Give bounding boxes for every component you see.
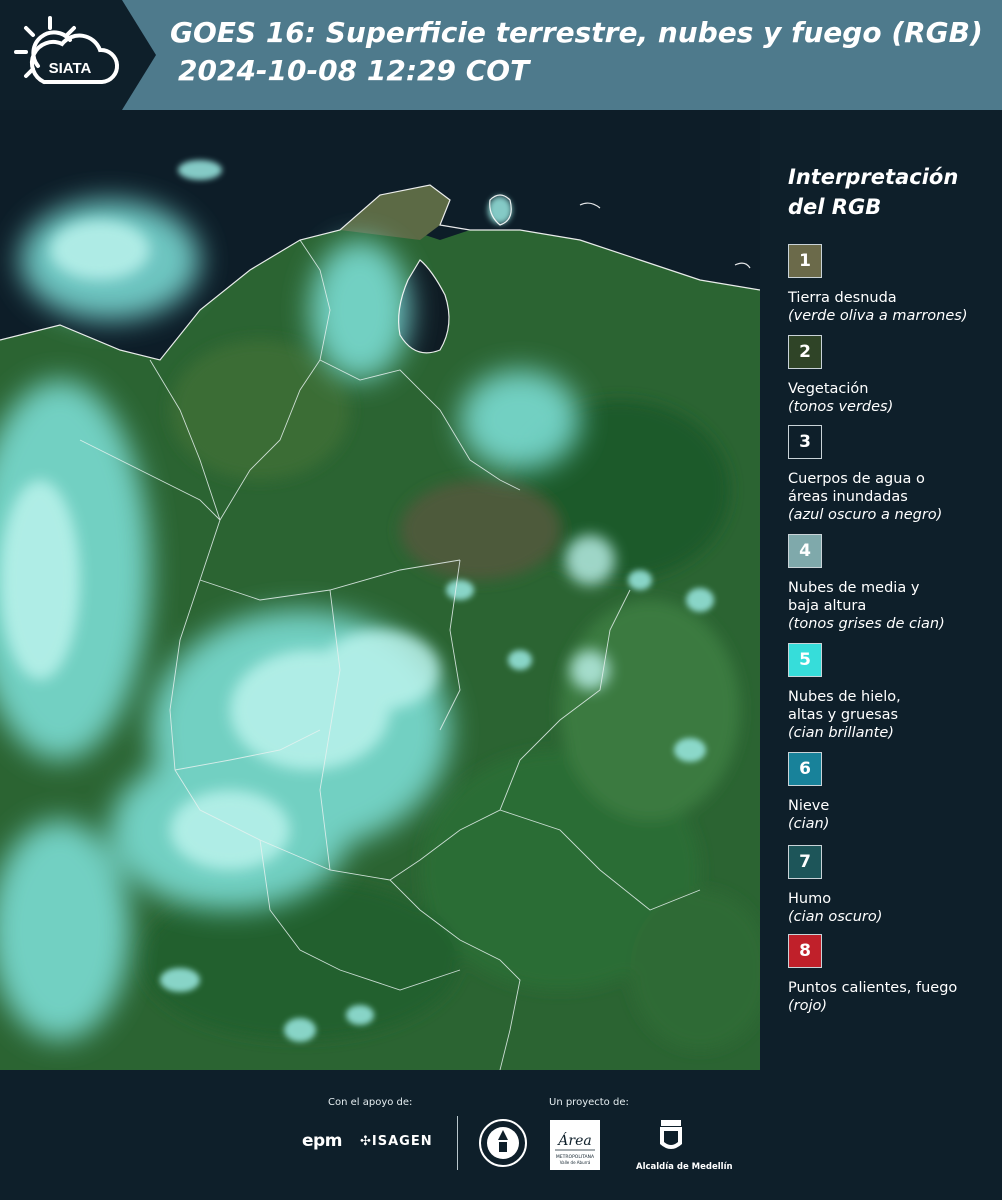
- sun-cloud-icon: SIATA: [14, 16, 119, 84]
- project-label: Un proyecto de:: [549, 1097, 629, 1108]
- alcaldia-logo[interactable]: Alcaldía de Medellín: [636, 1118, 733, 1172]
- alcaldia-label: Alcaldía de Medellín: [636, 1162, 733, 1172]
- satellite-map[interactable]: [0, 110, 760, 1070]
- legend-swatch: 7: [788, 845, 822, 879]
- legend-label: Nubes de media y baja altura: [788, 580, 920, 614]
- svg-text:Valle de Aburrá: Valle de Aburrá: [560, 1160, 591, 1165]
- legend-item-6: 6 Nieve (cian): [788, 752, 998, 833]
- title-line-2: 2024-10-08 12:29 COT: [178, 54, 530, 87]
- legend-item-5: 5 Nubes de hielo, altas y gruesas (cian br…: [788, 643, 998, 742]
- satellite-image: [0, 110, 760, 1070]
- legend-swatch: 2: [788, 335, 822, 369]
- legend-swatch: 5: [788, 643, 822, 677]
- amva-logo[interactable]: Área METROPOLITANA Valle de Aburrá: [550, 1120, 600, 1170]
- legend-label: Cuerpos de agua o áreas inundadas: [788, 471, 925, 505]
- legend-swatch: 6: [788, 752, 822, 786]
- svg-text:Área: Área: [556, 1131, 591, 1149]
- isagen-logo[interactable]: ✣ISAGEN: [360, 1134, 433, 1149]
- legend-label: Nubes de hielo, altas y gruesas: [788, 689, 901, 723]
- legend-title: Interpretación del RGB: [788, 162, 958, 222]
- title-line-1: GOES 16: Superficie terrestre, nubes y f…: [170, 16, 983, 49]
- coat-of-arms-icon: [660, 1120, 682, 1149]
- legend-label: Puntos calientes, fuego: [788, 980, 958, 996]
- legend-panel: Interpretación del RGB 1 Tierra desnuda (v…: [772, 110, 997, 1070]
- page-title: GOES 16: Superficie terrestre, nubes y f…: [170, 14, 1000, 90]
- legend-description: (cian): [788, 816, 830, 832]
- legend-swatch: 8: [788, 934, 822, 968]
- support-label: Con el apoyo de:: [328, 1097, 413, 1108]
- legend-title-line-2: del RGB: [788, 195, 882, 219]
- legend-description: (tonos verdes): [788, 399, 894, 415]
- legend-label: Humo: [788, 891, 832, 907]
- legend-item-7: 7 Humo (cian oscuro): [788, 845, 998, 926]
- footer: Con el apoyo de: Un proyecto de: epm ✣IS…: [0, 1070, 1002, 1200]
- legend-label: Vegetación: [788, 381, 869, 397]
- legend-description: (rojo): [788, 998, 828, 1014]
- legend-item-3: 3 Cuerpos de agua o áreas inundadas (azul …: [788, 425, 998, 524]
- legend-description: (azul oscuro a negro): [788, 507, 943, 523]
- epm-logo[interactable]: epm: [302, 1131, 342, 1151]
- isagen-label: ISAGEN: [371, 1134, 433, 1149]
- legend-item-4: 4 Nubes de media y baja altura (tonos gris…: [788, 534, 998, 633]
- header-bar: SIATA GOES 16: Superficie terrestre, nub…: [0, 0, 1002, 110]
- svg-text:SIATA: SIATA: [49, 60, 92, 77]
- legend-title-line-1: Interpretación: [788, 165, 959, 189]
- legend-label: Tierra desnuda: [788, 290, 897, 306]
- siata-logo[interactable]: SIATA: [0, 0, 156, 110]
- legend-label: Nieve: [788, 798, 830, 814]
- legend-swatch: 4: [788, 534, 822, 568]
- university-seal-icon[interactable]: [478, 1118, 528, 1168]
- legend-item-8: 8 Puntos calientes, fuego (rojo): [788, 934, 998, 1015]
- legend-description: (tonos grises de cian): [788, 616, 945, 632]
- legend-item-1: 1 Tierra desnuda (verde oliva a marrones): [788, 244, 998, 325]
- divider: [457, 1116, 458, 1170]
- legend-description: (verde oliva a marrones): [788, 308, 968, 324]
- legend-description: (cian oscuro): [788, 909, 883, 925]
- isagen-mark-icon: ✣: [360, 1134, 372, 1149]
- legend-description: (cian brillante): [788, 725, 894, 741]
- legend-swatch: 1: [788, 244, 822, 278]
- amva-mark-icon: Área METROPOLITANA Valle de Aburrá: [555, 1131, 595, 1165]
- legend-item-2: 2 Vegetación (tonos verdes): [788, 335, 998, 416]
- legend-swatch: 3: [788, 425, 822, 459]
